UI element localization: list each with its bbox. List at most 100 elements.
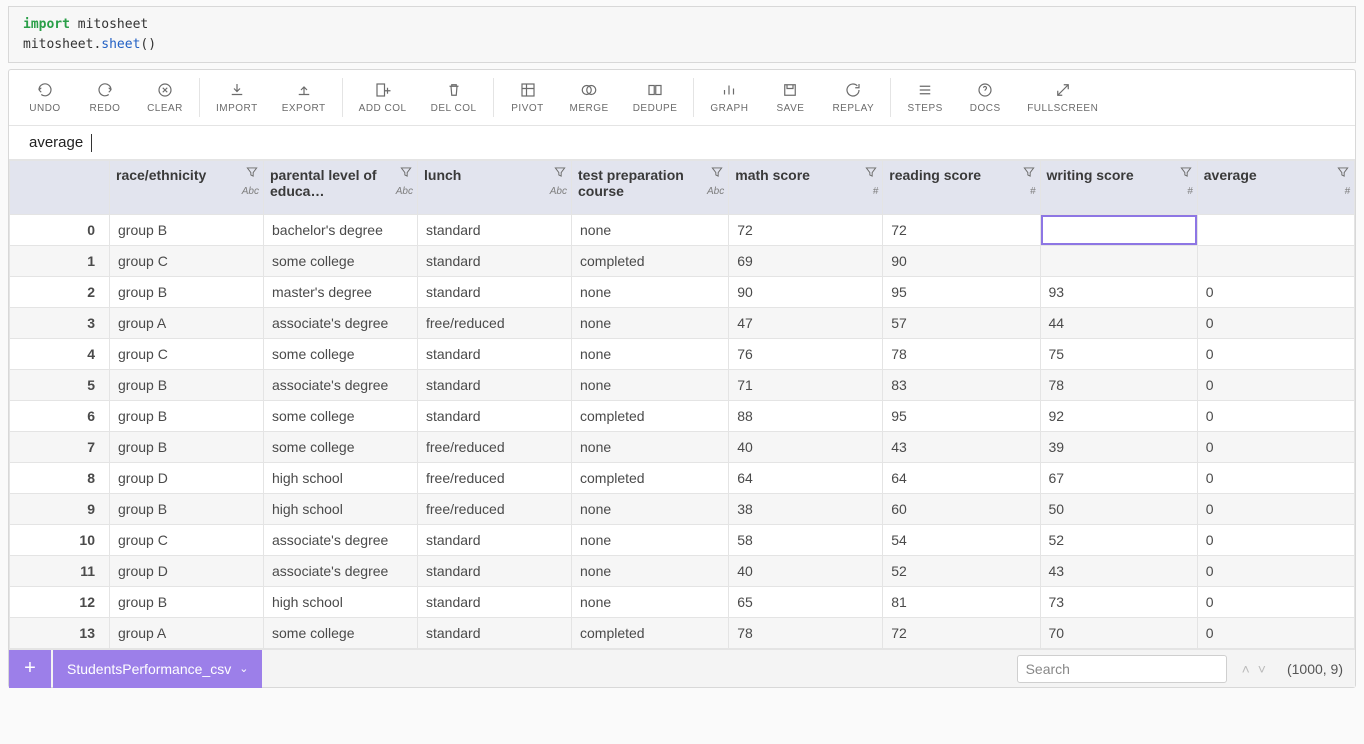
cell-race[interactable]: group D xyxy=(110,556,264,587)
filter-icon[interactable] xyxy=(1022,165,1036,182)
cell-race[interactable]: group C xyxy=(110,525,264,556)
row-index[interactable]: 2 xyxy=(10,277,110,308)
row-index[interactable]: 4 xyxy=(10,339,110,370)
cell-math[interactable]: 40 xyxy=(729,556,883,587)
cell-writing[interactable]: 78 xyxy=(1040,370,1197,401)
column-header-reading[interactable]: reading score# xyxy=(883,161,1040,215)
undo-button[interactable]: UNDO xyxy=(15,70,75,125)
filter-icon[interactable] xyxy=(245,165,259,182)
search-input[interactable]: Search xyxy=(1017,655,1227,683)
cell-lunch[interactable]: standard xyxy=(418,401,572,432)
cell-testprep[interactable]: completed xyxy=(572,401,729,432)
row-index[interactable]: 11 xyxy=(10,556,110,587)
column-header-testprep[interactable]: test preparation courseAbc xyxy=(572,161,729,215)
cell-average[interactable]: 0 xyxy=(1197,432,1354,463)
cell-race[interactable]: group B xyxy=(110,277,264,308)
cell-average[interactable]: 0 xyxy=(1197,401,1354,432)
cell-math[interactable]: 90 xyxy=(729,277,883,308)
cell-reading[interactable]: 57 xyxy=(883,308,1040,339)
cell-testprep[interactable]: none xyxy=(572,308,729,339)
row-index[interactable]: 6 xyxy=(10,401,110,432)
cell-math[interactable]: 38 xyxy=(729,494,883,525)
cell-average[interactable] xyxy=(1197,246,1354,277)
save-button[interactable]: SAVE xyxy=(760,70,820,125)
cell-race[interactable]: group A xyxy=(110,308,264,339)
cell-testprep[interactable]: none xyxy=(572,587,729,618)
cell-average[interactable]: 0 xyxy=(1197,587,1354,618)
cell-edu[interactable]: associate's degree xyxy=(264,370,418,401)
cell-race[interactable]: group C xyxy=(110,246,264,277)
cell-lunch[interactable]: free/reduced xyxy=(418,308,572,339)
cell-lunch[interactable]: standard xyxy=(418,246,572,277)
cell-edu[interactable]: high school xyxy=(264,463,418,494)
cell-math[interactable]: 47 xyxy=(729,308,883,339)
cell-lunch[interactable]: standard xyxy=(418,556,572,587)
cell-race[interactable]: group D xyxy=(110,463,264,494)
filter-icon[interactable] xyxy=(553,165,567,182)
cell-race[interactable]: group B xyxy=(110,215,264,246)
cell-testprep[interactable]: none xyxy=(572,215,729,246)
fullscreen-button[interactable]: FULLSCREEN xyxy=(1015,70,1110,125)
search-prev-button[interactable]: ˄ xyxy=(1239,659,1253,679)
row-index[interactable]: 9 xyxy=(10,494,110,525)
row-index[interactable]: 3 xyxy=(10,308,110,339)
column-header-race[interactable]: race/ethnicityAbc xyxy=(110,161,264,215)
cell-writing[interactable]: 52 xyxy=(1040,525,1197,556)
cell-math[interactable]: 58 xyxy=(729,525,883,556)
cell-edu[interactable]: associate's degree xyxy=(264,525,418,556)
cell-testprep[interactable]: none xyxy=(572,370,729,401)
merge-button[interactable]: MERGE xyxy=(558,70,621,125)
cell-writing[interactable]: 75 xyxy=(1040,339,1197,370)
cell-race[interactable]: group B xyxy=(110,494,264,525)
clear-button[interactable]: CLEAR xyxy=(135,70,195,125)
cell-writing[interactable]: 44 xyxy=(1040,308,1197,339)
cell-edu[interactable]: high school xyxy=(264,494,418,525)
cell-writing[interactable]: 73 xyxy=(1040,587,1197,618)
cell-math[interactable]: 88 xyxy=(729,401,883,432)
cell-writing[interactable]: 50 xyxy=(1040,494,1197,525)
cell-reading[interactable]: 52 xyxy=(883,556,1040,587)
column-header-edu[interactable]: parental level of educa…Abc xyxy=(264,161,418,215)
cell-edu[interactable]: some college xyxy=(264,339,418,370)
filter-icon[interactable] xyxy=(864,165,878,182)
column-header-average[interactable]: average# xyxy=(1197,161,1354,215)
cell-math[interactable]: 76 xyxy=(729,339,883,370)
cell-average[interactable] xyxy=(1197,215,1354,246)
cell-lunch[interactable]: standard xyxy=(418,215,572,246)
cell-testprep[interactable]: none xyxy=(572,494,729,525)
row-index[interactable]: 5 xyxy=(10,370,110,401)
add-col-button[interactable]: ADD COL xyxy=(347,70,419,125)
cell-writing[interactable]: 67 xyxy=(1040,463,1197,494)
cell-race[interactable]: group B xyxy=(110,401,264,432)
cell-edu[interactable]: some college xyxy=(264,401,418,432)
cell-lunch[interactable]: standard xyxy=(418,587,572,618)
cell-edu[interactable]: master's degree xyxy=(264,277,418,308)
filter-icon[interactable] xyxy=(1179,165,1193,182)
filter-icon[interactable] xyxy=(1336,165,1350,182)
cell-race[interactable]: group C xyxy=(110,339,264,370)
cell-writing[interactable]: 70 xyxy=(1040,618,1197,649)
cell-writing[interactable]: 92 xyxy=(1040,401,1197,432)
cell-average[interactable]: 0 xyxy=(1197,525,1354,556)
cell-reading[interactable]: 54 xyxy=(883,525,1040,556)
search-next-button[interactable]: ˅ xyxy=(1255,659,1269,679)
cell-average[interactable]: 0 xyxy=(1197,339,1354,370)
cell-reading[interactable]: 43 xyxy=(883,432,1040,463)
cell-writing[interactable]: 93 xyxy=(1040,277,1197,308)
column-header-writing[interactable]: writing score# xyxy=(1040,161,1197,215)
cell-math[interactable]: 65 xyxy=(729,587,883,618)
graph-button[interactable]: GRAPH xyxy=(698,70,760,125)
cell-reading[interactable]: 95 xyxy=(883,401,1040,432)
cell-reading[interactable]: 78 xyxy=(883,339,1040,370)
cell-testprep[interactable]: none xyxy=(572,277,729,308)
cell-average[interactable]: 0 xyxy=(1197,308,1354,339)
cell-edu[interactable]: some college xyxy=(264,246,418,277)
del-col-button[interactable]: DEL COL xyxy=(419,70,489,125)
dedupe-button[interactable]: DEDUPE xyxy=(621,70,690,125)
cell-lunch[interactable]: standard xyxy=(418,370,572,401)
cell-lunch[interactable]: free/reduced xyxy=(418,494,572,525)
cell-race[interactable]: group B xyxy=(110,432,264,463)
cell-lunch[interactable]: standard xyxy=(418,525,572,556)
cell-average[interactable]: 0 xyxy=(1197,463,1354,494)
cell-lunch[interactable]: free/reduced xyxy=(418,432,572,463)
